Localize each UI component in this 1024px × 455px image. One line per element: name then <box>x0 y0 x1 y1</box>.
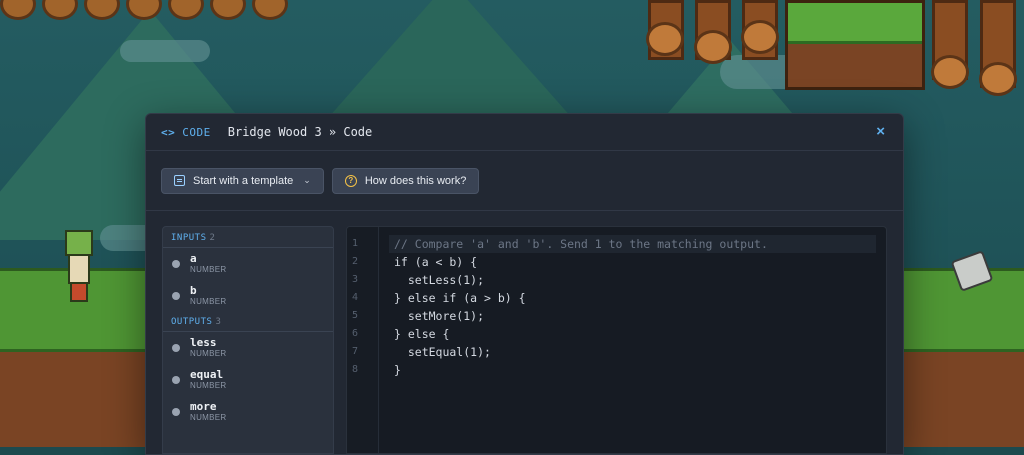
outputs-heading-label: OUTPUTS <box>171 317 213 327</box>
line-number: 6 <box>352 328 359 339</box>
toolbar: Start with a template ⌄ ? How does this … <box>146 151 903 211</box>
code-line[interactable]: setLess(1); <box>389 271 876 289</box>
log <box>42 0 78 20</box>
cloud <box>120 40 210 62</box>
inputs-count: 2 <box>209 233 216 243</box>
bridge-wood-end <box>931 55 969 89</box>
player-body <box>68 254 90 284</box>
breadcrumb: Bridge Wood 3 » Code <box>227 125 373 139</box>
bridge-wood-end <box>646 22 684 56</box>
bridge-wood-end <box>741 20 779 54</box>
line-number: 8 <box>352 364 359 375</box>
line-number: 4 <box>352 292 359 303</box>
output-type: NUMBER <box>190 381 227 390</box>
io-panel: INPUTS 2 a NUMBER b NUMBER OUTPUTS 3 les… <box>162 226 334 454</box>
line-number: 7 <box>352 346 359 357</box>
code-badge: <> CODE <box>161 126 211 139</box>
port-dot-icon <box>172 376 180 384</box>
output-item-more[interactable]: more NUMBER <box>163 396 333 428</box>
close-icon[interactable]: × <box>876 123 885 140</box>
input-name: b <box>190 284 197 297</box>
code-line[interactable]: setEqual(1); <box>389 343 876 361</box>
template-button[interactable]: Start with a template ⌄ <box>161 167 324 194</box>
line-number: 1 <box>352 238 359 249</box>
port-dot-icon <box>172 344 180 352</box>
output-name: more <box>190 400 217 413</box>
player-character <box>62 230 93 302</box>
log-row <box>0 0 300 20</box>
chevron-down-icon: ⌄ <box>303 175 311 185</box>
input-type: NUMBER <box>190 297 227 306</box>
log <box>84 0 120 20</box>
player-head <box>65 230 93 256</box>
code-area[interactable]: // Compare 'a' and 'b'. Send 1 to the ma… <box>379 227 886 453</box>
code-line[interactable]: } else if (a > b) { <box>389 289 876 307</box>
line-number: 3 <box>352 274 359 285</box>
line-number: 5 <box>352 310 359 321</box>
grass-block <box>785 0 925 90</box>
ground-right <box>900 268 1024 447</box>
output-item-equal[interactable]: equal NUMBER <box>163 364 333 396</box>
template-icon <box>174 175 185 186</box>
port-dot-icon <box>172 292 180 300</box>
input-item-b[interactable]: b NUMBER <box>163 280 333 312</box>
log <box>168 0 204 20</box>
log <box>126 0 162 20</box>
bridge-wood-end <box>979 62 1017 96</box>
log <box>0 0 36 20</box>
output-type: NUMBER <box>190 349 227 358</box>
code-modal: <> CODE Bridge Wood 3 » Code × Start wit… <box>145 113 904 455</box>
port-dot-icon <box>172 408 180 416</box>
modal-header: <> CODE Bridge Wood 3 » Code × <box>146 114 903 151</box>
help-icon: ? <box>344 174 357 187</box>
input-item-a[interactable]: a NUMBER <box>163 248 333 280</box>
code-badge-label: CODE <box>182 125 211 139</box>
outputs-heading: OUTPUTS 3 <box>163 317 333 332</box>
code-line[interactable]: // Compare 'a' and 'b'. Send 1 to the ma… <box>389 235 876 253</box>
output-name: equal <box>190 368 224 381</box>
inputs-heading: INPUTS 2 <box>163 233 333 248</box>
code-editor[interactable]: 1 2 3 4 5 6 7 8 // Compare 'a' and 'b'. … <box>346 226 887 454</box>
code-line[interactable]: if (a < b) { <box>389 253 876 271</box>
log <box>252 0 288 20</box>
template-button-label: Start with a template <box>193 174 294 187</box>
line-number: 2 <box>352 256 359 267</box>
bridge-wood-end <box>694 30 732 64</box>
input-type: NUMBER <box>190 265 227 274</box>
output-name: less <box>190 336 217 349</box>
inputs-heading-label: INPUTS <box>171 233 207 243</box>
port-dot-icon <box>172 260 180 268</box>
player-legs <box>70 282 88 302</box>
outputs-count: 3 <box>215 317 222 327</box>
line-number-gutter: 1 2 3 4 5 6 7 8 <box>347 227 379 453</box>
output-item-less[interactable]: less NUMBER <box>163 332 333 364</box>
code-line[interactable]: } else { <box>389 325 876 343</box>
help-button[interactable]: ? How does this work? <box>331 167 480 194</box>
help-button-label: How does this work? <box>364 174 467 187</box>
input-name: a <box>190 252 197 265</box>
output-type: NUMBER <box>190 413 227 422</box>
code-line[interactable]: } <box>389 361 876 379</box>
modal-content: INPUTS 2 a NUMBER b NUMBER OUTPUTS 3 les… <box>162 226 887 454</box>
log <box>210 0 246 20</box>
code-brackets-icon: <> <box>161 125 176 139</box>
code-line[interactable]: setMore(1); <box>389 307 876 325</box>
